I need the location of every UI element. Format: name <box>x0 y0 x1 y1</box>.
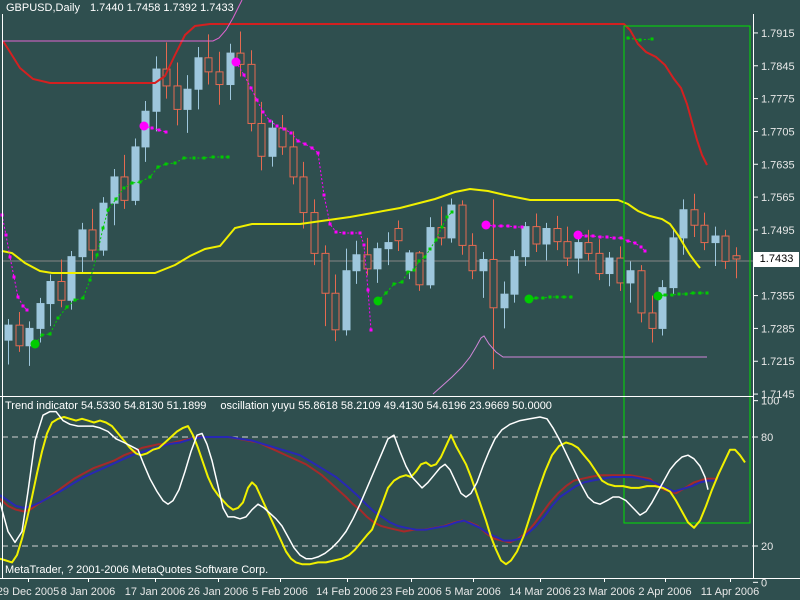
indicator-window-label: Trend indicator 54.5330 54.8130 51.1899 o… <box>5 400 552 413</box>
title-ohlc-values: 1.7440 1.7458 1.7392 1.7433 <box>89 2 234 14</box>
current-price-box: 1.7433 <box>754 252 799 267</box>
main-chart-area[interactable] <box>3 14 753 396</box>
trend-indicator-label: Trend indicator 54.5330 54.8130 51.1899 <box>5 400 207 412</box>
price-axis-area[interactable] <box>754 14 800 578</box>
chart-title: GBPUSD,Daily 1.7440 1.7458 1.7392 1.7433 <box>6 2 234 15</box>
symbol-period-label: GBPUSD,Daily <box>6 2 80 14</box>
oscillation-indicator-label: oscillation yuyu 55.8618 58.2109 49.4130… <box>220 400 552 412</box>
indicator-subwindow-area[interactable] <box>3 397 753 578</box>
chart-canvas: 1.79151.78451.77751.77051.76351.75651.74… <box>0 0 800 600</box>
copyright-text: MetaTrader, ? 2001-2006 MetaQuotes Softw… <box>5 564 269 576</box>
metatrader-chart-window: 1.79151.78451.77751.77051.76351.75651.74… <box>0 0 800 600</box>
time-axis-area[interactable] <box>0 579 800 600</box>
